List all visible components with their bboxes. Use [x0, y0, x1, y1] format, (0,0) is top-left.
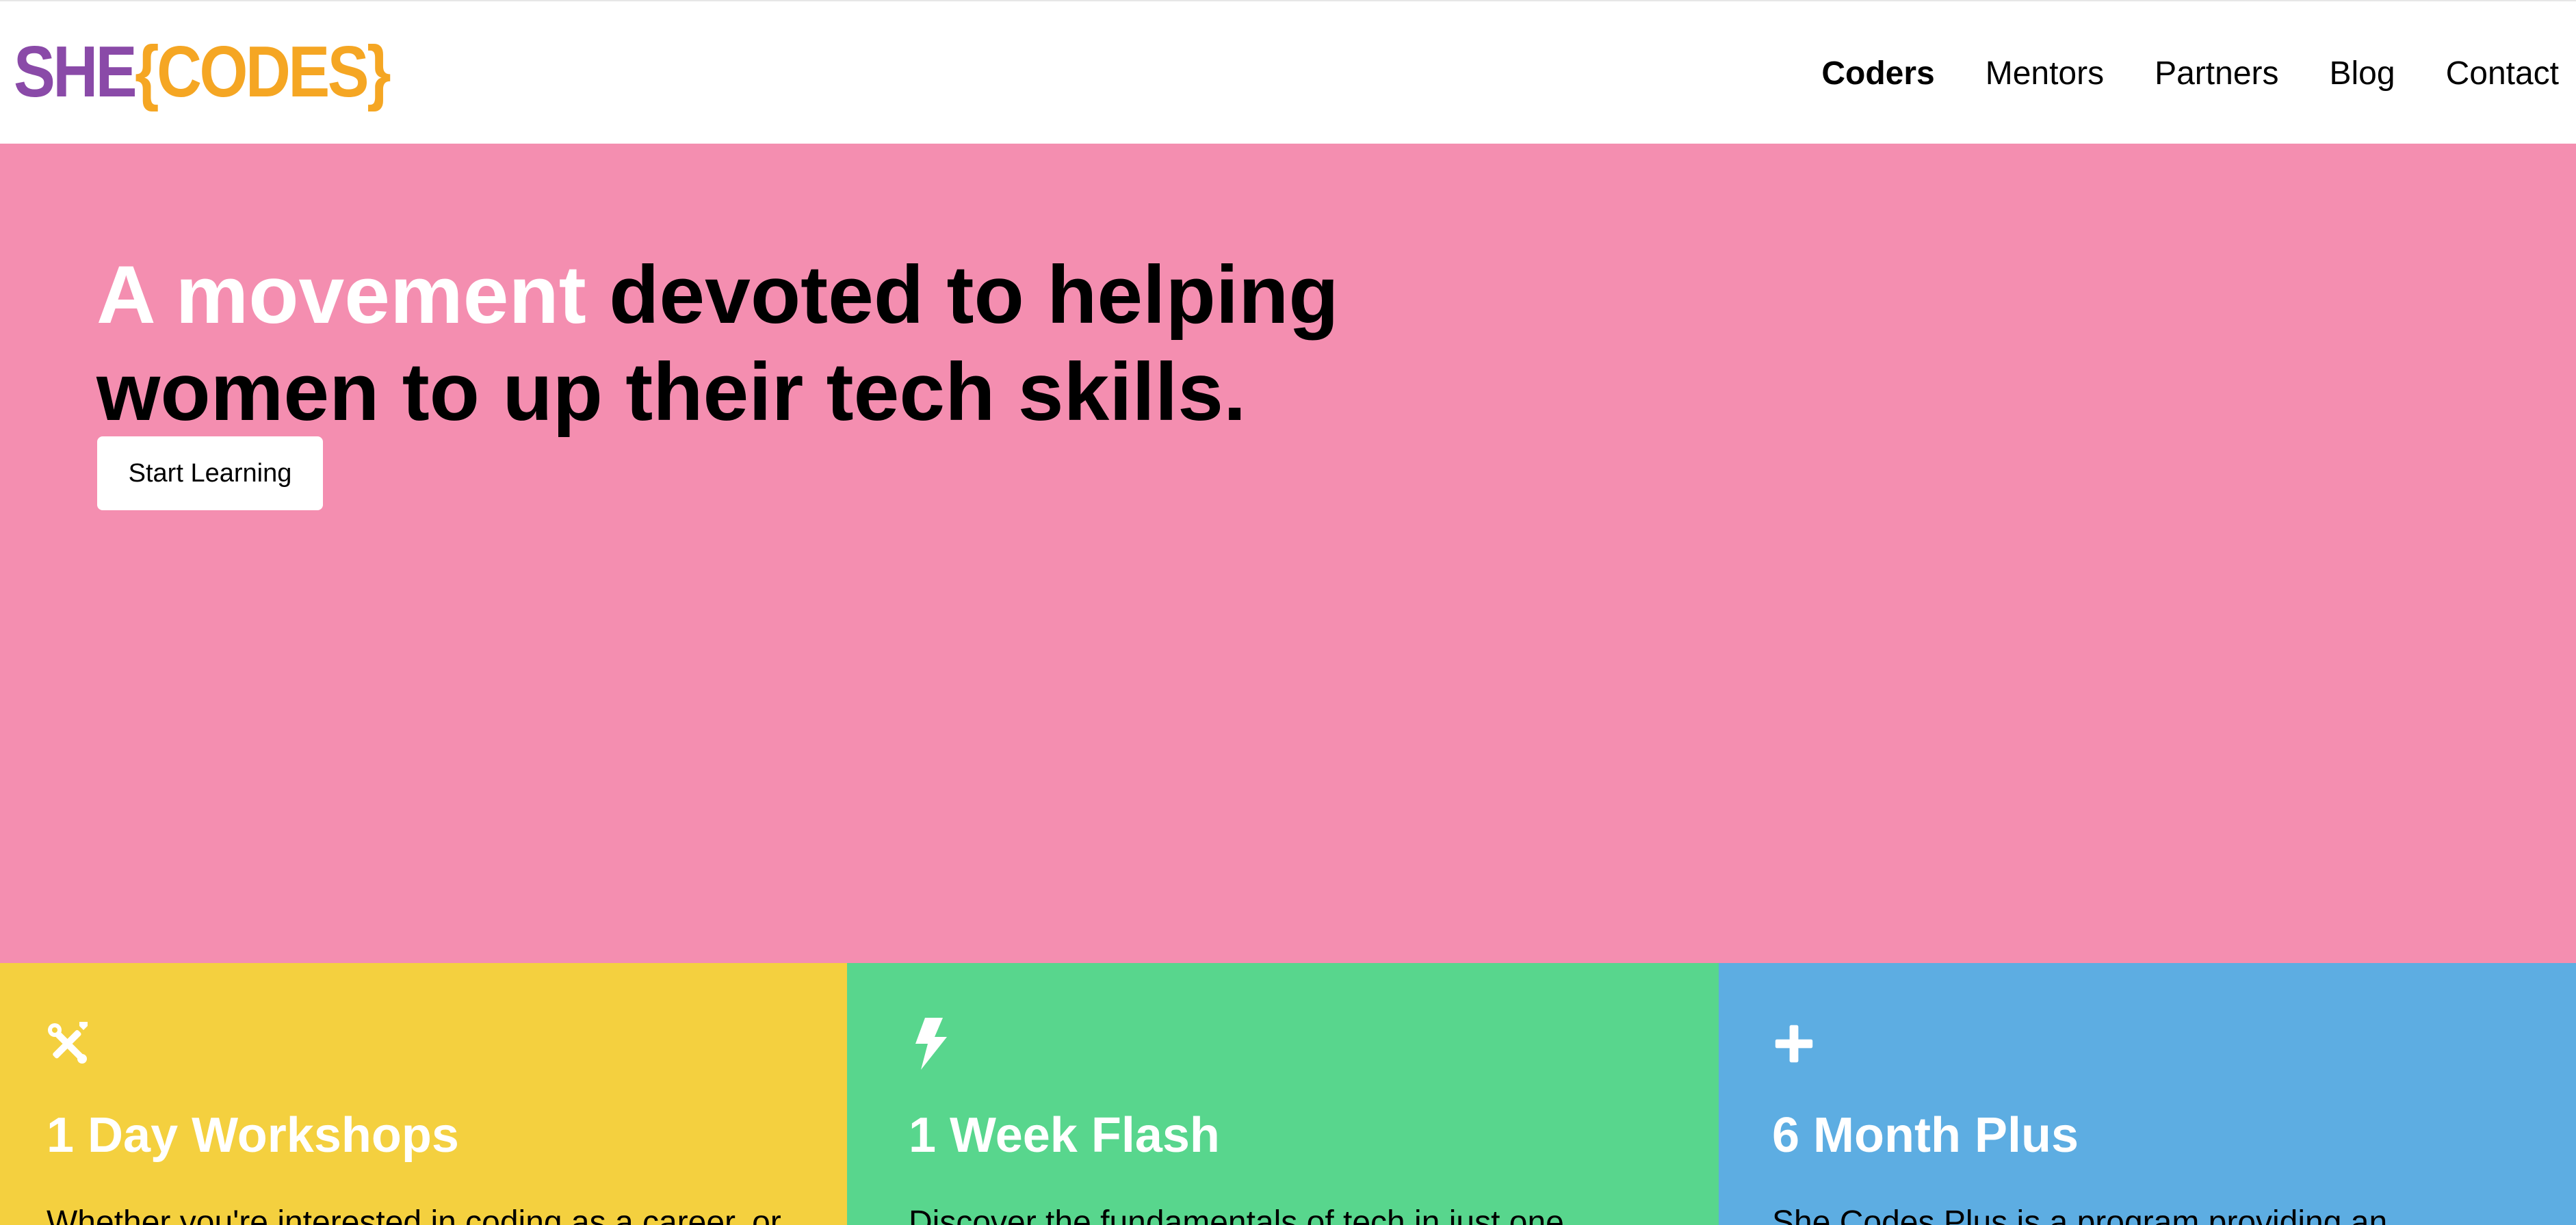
program-cards: 1 Day Workshops Whether you're intereste… [0, 963, 2576, 1225]
nav-item-contact[interactable]: Contact [2446, 55, 2559, 92]
hero-section: A movement devoted to helping women to u… [0, 144, 2576, 963]
logo-codes-text: {CODES} [135, 31, 391, 112]
nav-item-coders[interactable]: Coders [1821, 55, 1934, 92]
logo-she-text: SHE [14, 31, 138, 112]
card-text: Discover the fundamentals of tech in jus… [909, 1204, 1564, 1225]
nav-item-blog[interactable]: Blog [2330, 55, 2395, 92]
card-text: She Codes Plus is a program providing an [1772, 1204, 2388, 1225]
she-codes-logo[interactable]: SHE{CODES} [14, 36, 391, 108]
start-learning-button[interactable]: Start Learning [97, 436, 323, 510]
hero-heading: A movement devoted to helping women to u… [96, 246, 1602, 440]
tools-icon [48, 1022, 88, 1064]
card-plus[interactable]: 6 Month Plus She Codes Plus is a program… [1719, 963, 2576, 1225]
main-nav: Coders Mentors Partners Blog Contact [1821, 55, 2559, 92]
lightning-icon [915, 1018, 947, 1070]
card-flash[interactable]: 1 Week Flash Discover the fundamentals o… [847, 963, 1719, 1225]
card-title: 1 Week Flash [909, 1108, 1220, 1163]
nav-item-partners[interactable]: Partners [2155, 55, 2278, 92]
card-workshops[interactable]: 1 Day Workshops Whether you're intereste… [0, 963, 847, 1225]
card-title: 6 Month Plus [1772, 1108, 2079, 1163]
card-title: 1 Day Workshops [47, 1108, 459, 1163]
card-text: Whether you're interested in coding as a… [47, 1204, 781, 1225]
hero-highlight: A movement [96, 249, 586, 341]
nav-item-mentors[interactable]: Mentors [1986, 55, 2104, 92]
plus-icon [1775, 1025, 1813, 1063]
navbar: SHE{CODES} Coders Mentors Partners Blog … [0, 1, 2576, 144]
